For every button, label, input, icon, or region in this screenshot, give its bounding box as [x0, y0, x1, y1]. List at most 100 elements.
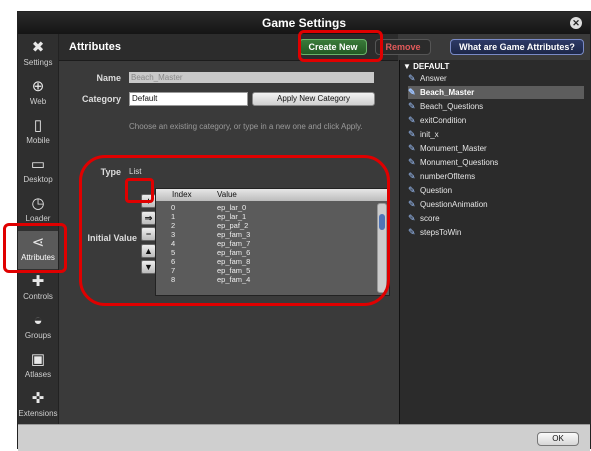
table-row[interactable]: 0 ep_lar_0 [156, 203, 364, 212]
ok-button[interactable]: OK [537, 432, 579, 446]
scrollbar-thumb[interactable] [379, 214, 385, 230]
add-row-button[interactable]: + [141, 194, 156, 208]
table-header: Index Value [156, 189, 389, 201]
tree-item-label: score [420, 214, 440, 223]
pencil-icon: ✎ [408, 227, 416, 237]
sidebar-item-web[interactable]: ⊕ Web [18, 75, 58, 113]
sidebar-item-label: Mobile [26, 136, 50, 145]
tree-item-label: exitCondition [420, 116, 467, 125]
row-index: 0 [171, 203, 176, 212]
row-value: ep_lar_0 [217, 203, 247, 212]
sidebar-item-extensions[interactable]: ✜ Extensions [18, 387, 58, 425]
puzzle-icon: ✜ [31, 390, 45, 407]
car-icon: ◒ [33, 312, 43, 329]
tree-item-answer[interactable]: ✎ Answer [408, 72, 584, 85]
tree-item-beach-master[interactable]: ✎ Beach_Master [408, 86, 584, 99]
apply-new-category-button[interactable]: Apply New Category [252, 92, 375, 106]
tree-item-label: Question [420, 186, 453, 195]
tree-item-monument-questions[interactable]: ✎ Monument_Questions [408, 156, 584, 169]
create-new-button[interactable]: Create New [299, 39, 367, 55]
tree-item-question[interactable]: ✎ Question [408, 184, 584, 197]
row-value: ep_paf_2 [217, 221, 249, 230]
sidebar-item-settings[interactable]: ✖ Settings [18, 36, 58, 74]
category-default-header[interactable]: ▼ DEFAULT [403, 62, 449, 71]
initial-value-label: Initial Value [87, 233, 137, 243]
row-index: 6 [171, 257, 176, 266]
remove-row-button[interactable]: − [141, 227, 156, 241]
image-icon: ▣ [30, 351, 46, 368]
sidebar-item-attributes[interactable]: ⋖ Attributes [18, 231, 58, 269]
gamepad-icon: ✚ [31, 273, 45, 290]
sidebar-item-label: Groups [24, 331, 52, 340]
tree-item-init-x[interactable]: ✎ init_x [408, 128, 584, 141]
window-title: Game Settings [261, 16, 347, 30]
value-column-header: Value [217, 190, 237, 199]
row-index: 3 [171, 230, 176, 239]
table-row[interactable]: 2 ep_paf_2 [156, 221, 364, 230]
page-title: Attributes [69, 41, 121, 53]
sidebar-item-groups[interactable]: ◒ Groups [18, 309, 58, 347]
sidebar: ✖ Settings ⊕ Web ▯ Mobile ▭ Desktop ◷ Lo… [18, 34, 59, 424]
table-row[interactable]: 7 ep_fam_5 [156, 266, 364, 275]
insert-row-button[interactable]: ⇒ [141, 211, 156, 225]
table-row[interactable]: 1 ep_lar_1 [156, 212, 364, 221]
attributes-toolbar: Attributes Create New Remove [59, 34, 431, 61]
name-field[interactable]: Beach_Master [129, 72, 374, 83]
table-scrollbar[interactable] [377, 203, 387, 293]
attributes-tree-panel: ▼ DEFAULT ✎ Answer ✎ Beach_Master ✎ Beach_Q… [399, 60, 591, 424]
table-row[interactable]: 6 ep_fam_8 [156, 257, 364, 266]
initial-value-table: Index Value 0 ep_lar_0 1 ep_lar_1 2 ep_paf_… [155, 188, 390, 296]
row-value: ep_lar_1 [217, 212, 247, 221]
table-row[interactable]: 8 ep_fam_4 [156, 275, 364, 284]
sidebar-item-label: Web [29, 97, 47, 106]
game-settings-window: Game Settings ✕ ✖ Settings ⊕ Web ▯ Mobil… [17, 11, 591, 451]
row-index: 7 [171, 266, 176, 275]
tree-item-questionanimation[interactable]: ✎ QuestionAnimation [408, 198, 584, 211]
table-row[interactable]: 3 ep_fam_3 [156, 230, 364, 239]
sidebar-item-label: Loader [25, 214, 51, 223]
move-down-button[interactable]: ▼ [141, 260, 156, 274]
pencil-icon: ✎ [408, 199, 416, 209]
tree-item-monument-master[interactable]: ✎ Monument_Master [408, 142, 584, 155]
row-index: 8 [171, 275, 176, 284]
close-icon[interactable]: ✕ [570, 17, 582, 29]
tree-item-label: stepsToWin [420, 228, 462, 237]
sidebar-item-mobile[interactable]: ▯ Mobile [18, 114, 58, 152]
tree-item-beach-questions[interactable]: ✎ Beach_Questions [408, 100, 584, 113]
tree-item-exitcondition[interactable]: ✎ exitCondition [408, 114, 584, 127]
remove-button[interactable]: Remove [375, 39, 431, 55]
row-value: ep_fam_5 [217, 266, 251, 275]
table-row[interactable]: 5 ep_fam_6 [156, 248, 364, 257]
pencil-icon: ✎ [408, 213, 416, 223]
move-up-button[interactable]: ▲ [141, 244, 156, 258]
sidebar-item-loader[interactable]: ◷ Loader [18, 192, 58, 230]
sidebar-item-label: Atlases [24, 370, 52, 379]
pencil-icon: ✎ [408, 101, 416, 111]
sidebar-item-label: Controls [23, 292, 53, 301]
tree-item-score[interactable]: ✎ score [408, 212, 584, 225]
row-index: 5 [171, 248, 176, 257]
category-hint: Choose an existing category, or type in … [129, 122, 363, 131]
row-index: 2 [171, 221, 176, 230]
tree-item-stepstowin[interactable]: ✎ stepsToWin [408, 226, 584, 239]
tree-item-label: Monument_Questions [420, 158, 499, 167]
sidebar-item-desktop[interactable]: ▭ Desktop [18, 153, 58, 191]
tree-item-numberofitems[interactable]: ✎ numberOfItems [408, 170, 584, 183]
sidebar-item-label: Extensions [18, 409, 58, 418]
type-value: List [129, 167, 142, 176]
dialog-footer: OK [18, 424, 590, 451]
row-value: ep_fam_4 [217, 275, 251, 284]
pencil-icon: ✎ [408, 143, 416, 153]
pencil-icon: ✎ [408, 157, 416, 167]
monitor-icon: ▭ [30, 156, 46, 173]
sidebar-item-atlases[interactable]: ▣ Atlases [18, 348, 58, 386]
phone-icon: ▯ [33, 117, 43, 134]
tree-item-label: QuestionAnimation [420, 200, 488, 209]
sidebar-item-controls[interactable]: ✚ Controls [18, 270, 58, 308]
pencil-icon: ✎ [408, 185, 416, 195]
row-index: 1 [171, 212, 176, 221]
what-are-game-attributes-button[interactable]: What are Game Attributes? [450, 39, 584, 55]
table-row[interactable]: 4 ep_fam_7 [156, 239, 364, 248]
index-column-header: Index [172, 190, 192, 199]
category-field[interactable]: Default [129, 92, 248, 106]
